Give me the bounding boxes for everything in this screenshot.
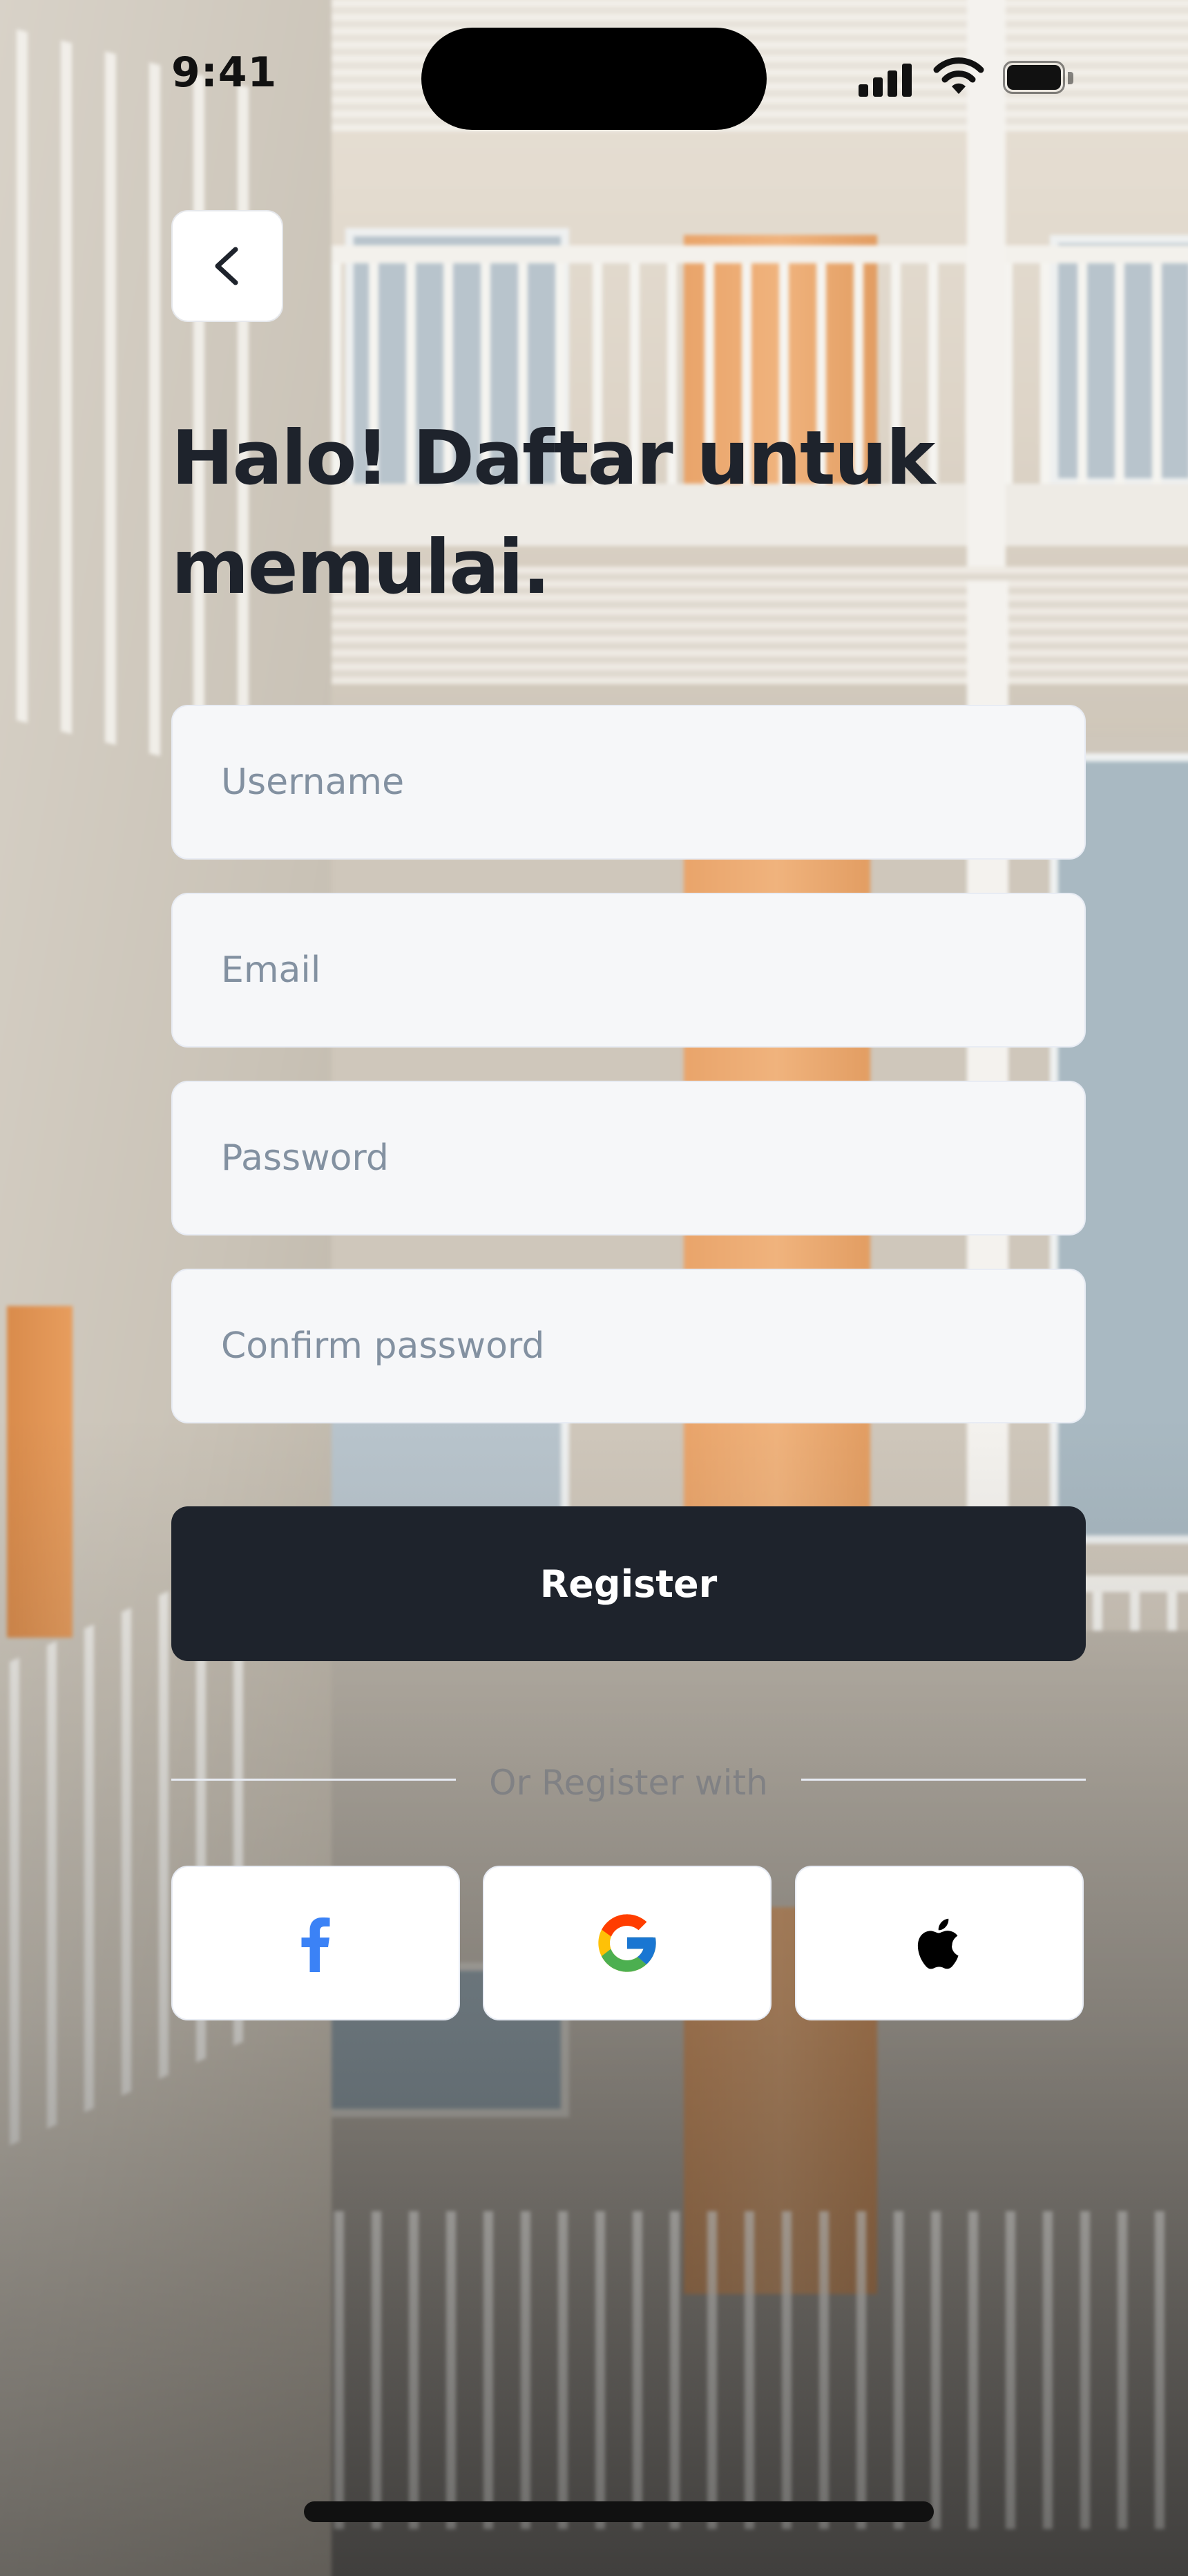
confirm-password-input[interactable] bbox=[171, 1269, 1086, 1423]
chevron-left-icon bbox=[215, 247, 238, 285]
apple-icon bbox=[917, 1918, 959, 1969]
signal-icon bbox=[859, 61, 912, 97]
back-button[interactable] bbox=[171, 210, 283, 322]
battery-icon bbox=[1003, 61, 1075, 95]
wifi-icon bbox=[931, 55, 986, 97]
divider-line-right bbox=[801, 1779, 1086, 1781]
google-login-button[interactable] bbox=[483, 1866, 772, 2020]
status-bar: 9:41 bbox=[0, 0, 1188, 152]
social-divider: Or Register with bbox=[171, 1759, 1086, 1803]
email-input[interactable] bbox=[171, 893, 1086, 1048]
username-input[interactable] bbox=[171, 705, 1086, 860]
facebook-icon bbox=[301, 1917, 330, 1972]
facebook-login-button[interactable] bbox=[171, 1866, 460, 2020]
register-button[interactable]: Register bbox=[171, 1506, 1086, 1661]
apple-login-button[interactable] bbox=[795, 1866, 1084, 2020]
google-icon bbox=[598, 1914, 656, 1972]
page-title: Halo! Daftar untuk memulai. bbox=[171, 415, 935, 611]
divider-text: Or Register with bbox=[489, 1763, 768, 1803]
home-indicator bbox=[304, 2501, 934, 2522]
status-time: 9:41 bbox=[171, 48, 278, 97]
dynamic-island bbox=[421, 28, 767, 130]
password-input[interactable] bbox=[171, 1081, 1086, 1235]
